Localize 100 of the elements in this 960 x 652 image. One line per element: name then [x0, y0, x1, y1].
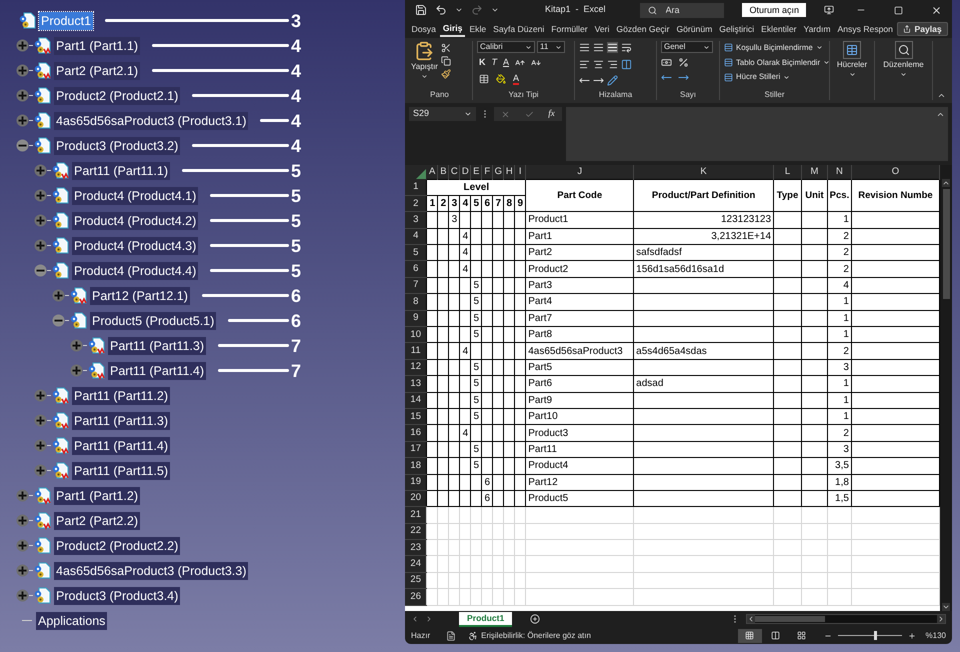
expand-toggle[interactable]: [34, 464, 47, 477]
align-right-icon[interactable]: [607, 58, 618, 70]
column-header[interactable]: H: [504, 165, 515, 180]
zoom-level[interactable]: %130: [926, 630, 946, 642]
tree-item-label[interactable]: Part11 (Part11.4): [72, 436, 170, 454]
tree-item-label[interactable]: Product4 (Product4.4): [72, 262, 198, 280]
expand-toggle[interactable]: [34, 239, 47, 252]
borders-icon[interactable]: [479, 74, 489, 84]
sheet-tab[interactable]: Product1: [459, 612, 512, 626]
name-box[interactable]: S29: [409, 107, 476, 121]
tree-item-label[interactable]: Applications: [36, 612, 108, 630]
paste-icon[interactable]: [414, 41, 434, 61]
expand-toggle[interactable]: [16, 139, 29, 152]
ribbon-tab[interactable]: Gözden Geçir: [614, 22, 672, 36]
share-button[interactable]: Paylaş: [897, 22, 948, 36]
expand-toggle[interactable]: [34, 214, 47, 227]
tree-item-label[interactable]: Product4 (Product4.1): [72, 186, 198, 204]
format-painter-icon[interactable]: [440, 69, 451, 79]
tree-item-label[interactable]: Part2 (Part2.1): [54, 62, 140, 80]
row-header[interactable]: 22: [405, 523, 427, 540]
expand-toggle[interactable]: [16, 539, 29, 552]
column-header[interactable]: K: [634, 165, 774, 180]
row-header[interactable]: 20: [405, 490, 427, 507]
expand-toggle[interactable]: [16, 39, 29, 52]
row-header[interactable]: 7: [405, 277, 427, 294]
column-header[interactable]: N: [827, 165, 852, 180]
paste-button[interactable]: Yapıştır: [411, 61, 438, 73]
expand-toggle[interactable]: [16, 514, 29, 527]
expand-toggle[interactable]: [52, 289, 65, 302]
tree-item-label[interactable]: Product3 (Product3.2): [54, 136, 180, 154]
percent-icon[interactable]: [678, 57, 689, 68]
expand-toggle[interactable]: [70, 339, 83, 352]
copy-icon[interactable]: [440, 56, 451, 66]
row-header[interactable]: 17: [405, 441, 427, 458]
editing-button[interactable]: Düzenleme: [879, 41, 928, 100]
font-name-select[interactable]: Calibri: [477, 41, 535, 53]
column-header[interactable]: C: [448, 165, 460, 180]
column-header[interactable]: B: [438, 165, 449, 180]
tree-item-label[interactable]: Product2 (Product2.1): [54, 86, 180, 104]
tree-item-label[interactable]: Product3 (Product3.4): [54, 586, 180, 604]
italic-button[interactable]: T: [492, 56, 497, 70]
tree-item-label[interactable]: Part1 (Part1.2): [54, 486, 140, 504]
row-header[interactable]: 12: [405, 359, 427, 376]
expand-toggle[interactable]: [16, 114, 29, 127]
ribbon-tab[interactable]: Geliştirici: [716, 22, 757, 36]
row-header[interactable]: 10: [405, 326, 427, 343]
tree-item-label[interactable]: Product5 (Product5.1): [90, 312, 216, 330]
column-header[interactable]: A: [426, 165, 438, 180]
column-header[interactable]: E: [470, 165, 482, 180]
tree-item-label[interactable]: Product4 (Product4.3): [72, 236, 198, 254]
view-button[interactable]: [738, 628, 762, 642]
column-header[interactable]: G: [492, 165, 504, 180]
wrap-text-icon[interactable]: [621, 42, 632, 53]
ribbon-tab[interactable]: Yardım: [800, 22, 834, 36]
ribbon-display-icon[interactable]: [824, 5, 834, 15]
underline-button[interactable]: A: [503, 56, 510, 70]
column-header[interactable]: D: [460, 165, 471, 180]
previous-sheet-icon[interactable]: [411, 615, 419, 623]
scroll-right-icon[interactable]: [937, 615, 945, 623]
tree-item-label[interactable]: 4as65d56saProduct3 (Product3.1): [54, 112, 248, 130]
column-header[interactable]: F: [482, 165, 493, 180]
expand-toggle[interactable]: [16, 589, 29, 602]
column-header[interactable]: L: [774, 165, 802, 180]
tree-item-label[interactable]: Part11 (Part11.1): [72, 162, 170, 180]
tree-item-label[interactable]: Part11 (Part11.2): [72, 386, 170, 404]
ribbon-tab[interactable]: Ekle: [466, 22, 489, 36]
cut-icon[interactable]: [440, 43, 451, 53]
font-color-button[interactable]: A: [513, 72, 520, 84]
decrease-font-icon[interactable]: [531, 58, 542, 68]
increase-font-icon[interactable]: [515, 58, 526, 68]
maximize-icon[interactable]: [894, 6, 903, 14]
tree-item-label[interactable]: 4as65d56saProduct3 (Product3.3): [54, 562, 248, 580]
bottom-align-icon[interactable]: [607, 42, 618, 53]
ribbon-tab[interactable]: Dosya: [409, 22, 438, 36]
tree-item-label[interactable]: Part11 (Part11.4): [108, 362, 206, 380]
cells-button[interactable]: Hücreler: [834, 41, 870, 100]
caret-icon[interactable]: [420, 73, 428, 80]
scroll-thumb[interactable]: [755, 616, 825, 622]
tree-item-label[interactable]: Product2 (Product2.2): [54, 536, 180, 554]
expand-toggle[interactable]: [34, 264, 47, 277]
expand-toggle[interactable]: [70, 364, 83, 377]
expand-toggle[interactable]: [34, 414, 47, 427]
row-header[interactable]: 25: [405, 572, 427, 589]
row-header[interactable]: 19: [405, 474, 427, 490]
expand-toggle[interactable]: [52, 314, 65, 327]
align-center-icon[interactable]: [593, 58, 604, 70]
tree-item-label[interactable]: Part12 (Part12.1): [90, 286, 190, 304]
customize-icon[interactable]: [491, 6, 499, 14]
ribbon-tab[interactable]: Sayfa Düzeni: [490, 22, 547, 36]
zoom-in-icon[interactable]: [908, 632, 916, 640]
row-header[interactable]: 15: [405, 408, 427, 425]
top-align-icon[interactable]: [579, 42, 590, 53]
column-header[interactable]: M: [801, 165, 828, 180]
bold-button[interactable]: K: [479, 56, 486, 70]
row-header[interactable]: 9: [405, 310, 427, 326]
save-icon[interactable]: [415, 4, 427, 16]
row-header[interactable]: 5: [405, 244, 427, 261]
align-left-icon[interactable]: [579, 58, 590, 70]
tree-item-label[interactable]: Part1 (Part1.1): [54, 36, 140, 54]
close-icon[interactable]: [931, 4, 942, 16]
